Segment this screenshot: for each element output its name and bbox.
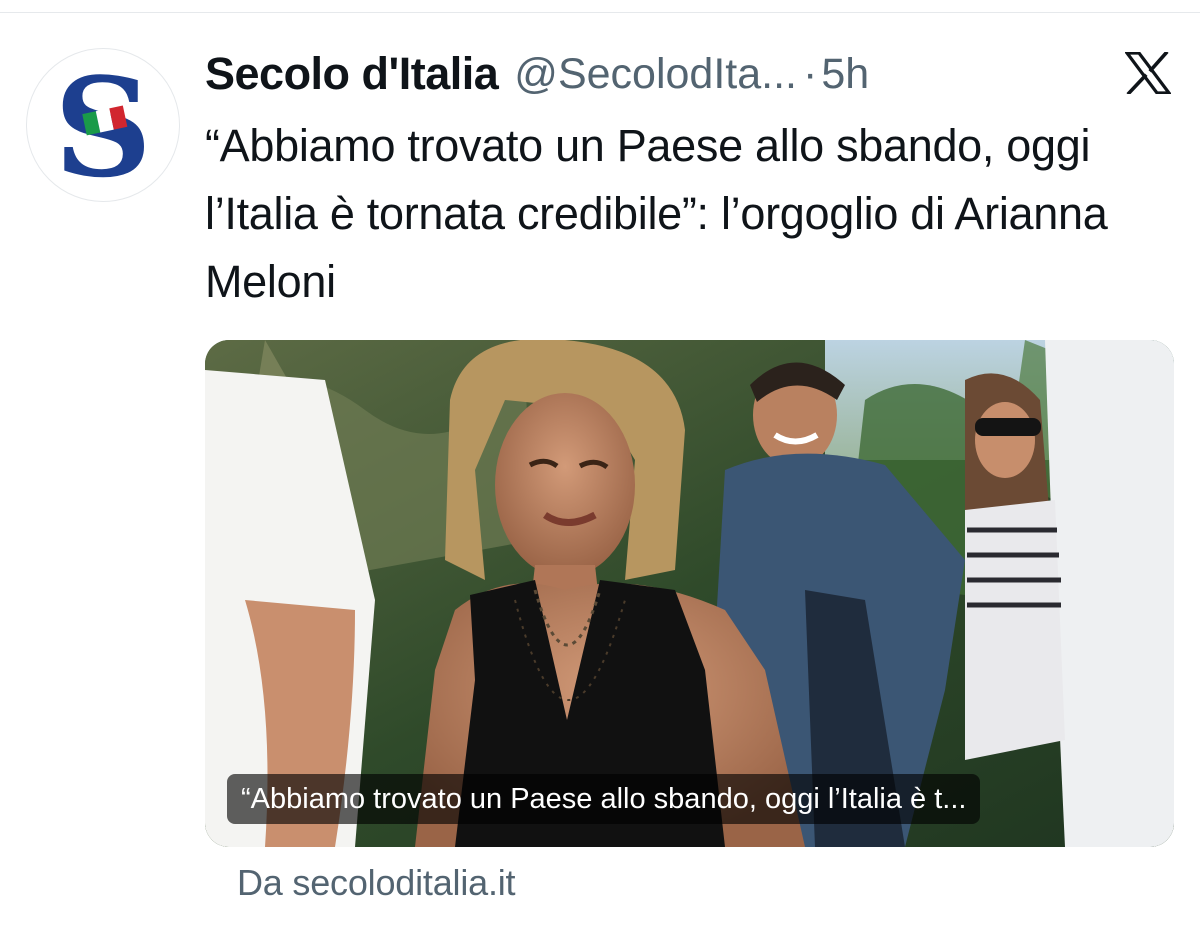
tweet-card[interactable]: S Secolo d'Italia @SecolodIta... · 5h “A… <box>0 0 1200 940</box>
tweet-text: “Abbiamo trovato un Paese allo sbando, o… <box>205 120 1108 307</box>
tweet-header: Secolo d'Italia @SecolodIta... · 5h <box>205 44 869 104</box>
link-source[interactable]: Da secoloditalia.it <box>237 862 516 904</box>
avatar[interactable]: S <box>26 48 180 202</box>
x-logo-icon <box>1125 52 1171 94</box>
card-photo[interactable] <box>205 340 1174 847</box>
handle[interactable]: @SecolodIta... <box>514 50 797 99</box>
secolo-ditalia-logo-icon: S <box>54 49 152 201</box>
link-preview-card[interactable]: “Abbiamo trovato un Paese allo sbando, o… <box>205 340 1174 847</box>
card-title: “Abbiamo trovato un Paese allo sbando, o… <box>227 774 981 824</box>
timestamp[interactable]: 5h <box>821 50 869 99</box>
display-name[interactable]: Secolo d'Italia <box>205 48 499 100</box>
separator-dot: · <box>803 49 818 98</box>
